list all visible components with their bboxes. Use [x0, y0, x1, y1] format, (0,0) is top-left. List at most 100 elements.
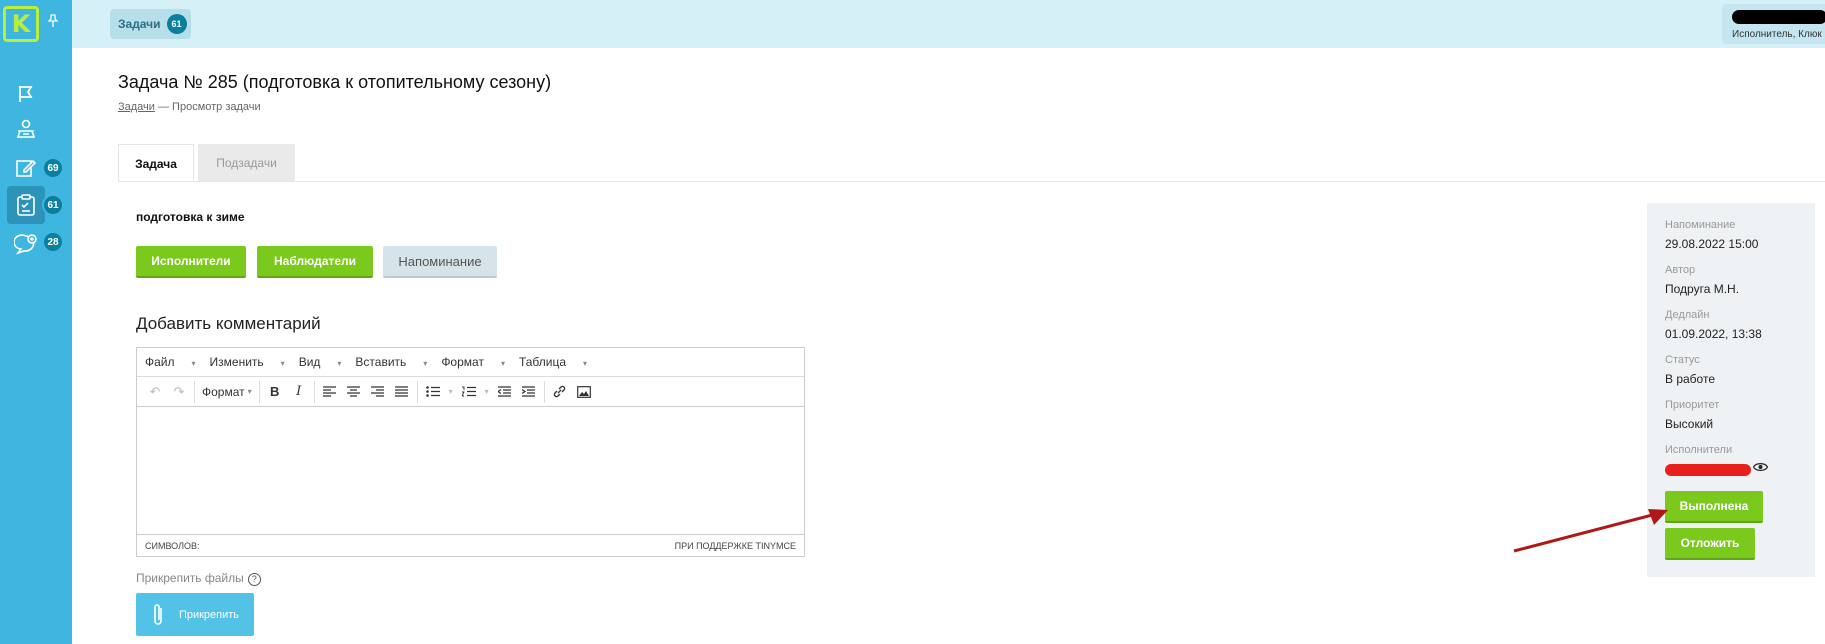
status-value: В работе: [1665, 372, 1716, 386]
page-title: Задача № 285 (подготовка к отопительному…: [118, 72, 552, 92]
priority-value: Высокий: [1665, 417, 1714, 431]
toolbar-divider: [194, 380, 195, 403]
sidebar: K 69 61 28: [0, 0, 72, 644]
sidebar-item-tasks[interactable]: [7, 186, 45, 224]
menu-format-label: Формат: [441, 355, 484, 369]
toolbar-divider: [416, 380, 418, 403]
observers-button[interactable]: Наблюдатели: [257, 246, 373, 278]
author-value: Подруга М.Н.: [1665, 282, 1740, 296]
reminder-label: Напоминание: [1665, 219, 1736, 231]
bold-icon[interactable]: B: [263, 380, 287, 404]
powered-by-label[interactable]: ПРИ ПОДДЕРЖКЕ TINYMCE: [675, 541, 796, 551]
priority-label: Приоритет: [1665, 399, 1720, 411]
sidebar-badge-chat: 28: [42, 231, 64, 253]
open-tab-count: 61: [166, 14, 187, 34]
bullet-list-caret-icon[interactable]: ▾: [445, 380, 457, 404]
reminder-value: 29.08.2022 15:00: [1665, 237, 1759, 251]
flag-icon: [19, 86, 33, 102]
align-justify-icon[interactable]: [390, 380, 414, 404]
italic-icon[interactable]: I: [287, 380, 311, 404]
format-dropdown[interactable]: Формат ▾: [198, 385, 256, 399]
author-label: Автор: [1665, 264, 1696, 276]
top-bar: Задачи 61 Исполнитель, Клюк: [72, 0, 1825, 48]
deadline-value: 01.09.2022, 13:38: [1665, 327, 1762, 341]
toolbar-divider: [313, 380, 315, 403]
tab-subtasks[interactable]: Подзадачи: [198, 144, 295, 182]
menu-view[interactable]: Вид ▾: [299, 355, 342, 369]
format-dropdown-label: Формат: [202, 384, 245, 399]
annotation-arrow: [1513, 509, 1668, 553]
link-icon[interactable]: [548, 380, 572, 404]
user-name-redacted: [1732, 10, 1825, 24]
people-icon: [16, 119, 36, 138]
executors-button[interactable]: Исполнители: [136, 246, 246, 278]
sidebar-item-edit[interactable]: [12, 154, 40, 182]
editor-toolbar: ↶ ↷ Формат ▾ B I ▾ ▾: [137, 377, 804, 407]
sidebar-item-flag[interactable]: [12, 80, 40, 108]
attach-files-label: Прикрепить файлы?: [136, 571, 261, 586]
menu-view-label: Вид: [298, 355, 321, 369]
pin-icon[interactable]: [46, 14, 60, 31]
align-left-icon[interactable]: [318, 380, 342, 404]
attach-button[interactable]: Прикрепить: [136, 593, 254, 636]
executors-label: Исполнители: [1665, 444, 1733, 456]
numbered-list-caret-icon[interactable]: ▾: [481, 380, 493, 404]
menu-table-label: Таблица: [518, 355, 567, 369]
breadcrumb-link-tasks[interactable]: Задачи: [118, 101, 155, 113]
menu-edit-label: Изменить: [209, 355, 264, 369]
done-button[interactable]: Выполнена: [1665, 491, 1763, 523]
postpone-button[interactable]: Отложить: [1665, 528, 1755, 560]
breadcrumb-current: — Просмотр задачи: [158, 101, 261, 113]
menu-file[interactable]: Файл ▾: [145, 355, 196, 369]
tab-divider: [118, 181, 1825, 182]
eye-icon[interactable]: [1752, 460, 1769, 475]
sidebar-badge-edit: 69: [42, 157, 64, 179]
open-tab-tasks[interactable]: Задачи 61: [110, 9, 191, 39]
sidebar-item-people[interactable]: [12, 115, 40, 143]
logo-letter: K: [11, 10, 31, 38]
undo-icon[interactable]: ↶: [143, 380, 167, 404]
status-label: Статус: [1665, 354, 1700, 366]
sidebar-item-chat[interactable]: [12, 230, 40, 258]
reminder-button[interactable]: Напоминание: [383, 246, 497, 278]
align-center-icon[interactable]: [342, 380, 366, 404]
numbered-list-icon[interactable]: [457, 380, 481, 404]
char-count-label: СИМВОЛОВ:: [145, 540, 200, 551]
comment-editor: Файл ▾ Изменить ▾ Вид ▾ Вставить ▾ Формат ▾ Т…: [136, 347, 805, 557]
paperclip-icon: [154, 603, 162, 625]
attach-files-text: Прикрепить файлы: [136, 571, 244, 585]
image-icon[interactable]: [572, 380, 596, 404]
breadcrumb: Задачи — Просмотр задачи: [118, 101, 261, 113]
menu-insert[interactable]: Вставить ▾: [355, 355, 427, 369]
task-description: подготовка к зиме: [136, 210, 245, 224]
menu-file-label: Файл: [145, 355, 175, 369]
help-icon[interactable]: ?: [247, 573, 261, 586]
clipboard-icon: [17, 194, 35, 216]
user-menu[interactable]: Исполнитель, Клюк: [1722, 4, 1825, 44]
menu-edit[interactable]: Изменить ▾: [210, 355, 285, 369]
executor-name-redacted: [1665, 464, 1751, 476]
toolbar-divider: [258, 380, 260, 403]
chat-icon: [14, 234, 37, 255]
menu-table[interactable]: Таблица ▾: [519, 355, 587, 369]
redo-icon[interactable]: ↷: [167, 380, 191, 404]
editor-statusbar: СИМВОЛОВ: ПРИ ПОДДЕРЖКЕ TINYMCE: [137, 535, 804, 556]
task-info-panel: Напоминание 29.08.2022 15:00 Автор Подру…: [1647, 203, 1815, 577]
align-right-icon[interactable]: [366, 380, 390, 404]
menu-insert-label: Вставить: [355, 355, 407, 369]
user-role: Исполнитель, Клюк: [1732, 29, 1822, 40]
editor-menubar: Файл ▾ Изменить ▾ Вид ▾ Вставить ▾ Формат ▾ Т…: [137, 348, 804, 377]
outdent-icon[interactable]: [493, 380, 517, 404]
add-comment-heading: Добавить комментарий: [136, 314, 321, 333]
open-tab-label: Задачи: [118, 17, 161, 31]
menu-format[interactable]: Формат ▾: [441, 355, 505, 369]
edit-icon: [16, 159, 37, 177]
deadline-label: Дедлайн: [1665, 309, 1710, 321]
indent-icon[interactable]: [517, 380, 541, 404]
attach-button-label: Прикрепить: [178, 608, 240, 621]
tab-task[interactable]: Задача: [118, 144, 194, 182]
comment-text-area[interactable]: [137, 407, 804, 535]
logo[interactable]: K: [3, 6, 39, 42]
sidebar-badge-tasks: 61: [42, 194, 64, 216]
bullet-list-icon[interactable]: [421, 380, 445, 404]
